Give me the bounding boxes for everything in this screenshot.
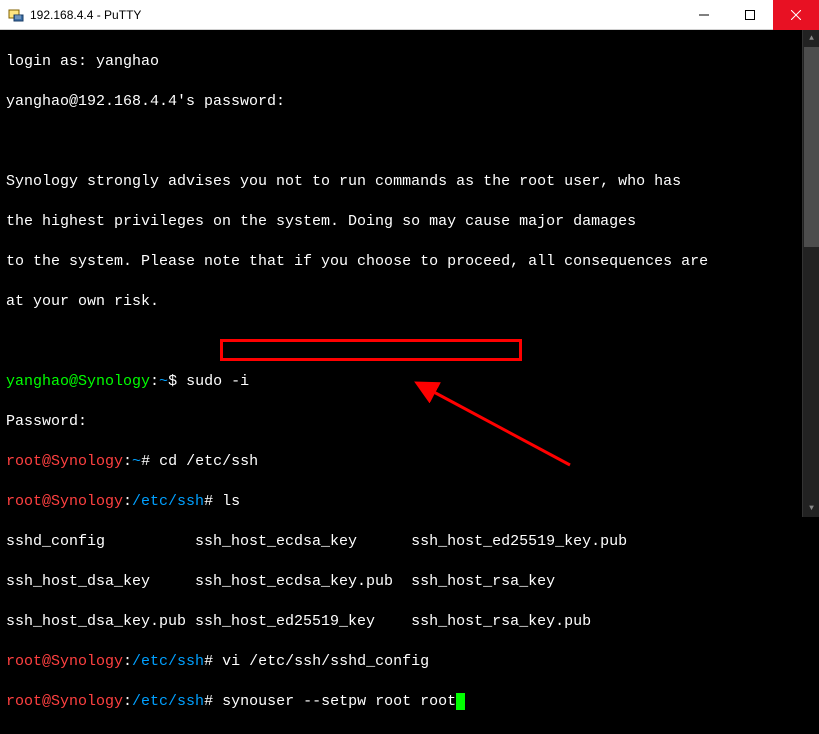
prompt-line: root@Synology:/etc/ssh# ls — [6, 492, 813, 512]
warning-line: at your own risk. — [6, 292, 813, 312]
terminal-cursor — [456, 693, 465, 710]
scroll-thumb[interactable] — [804, 47, 819, 247]
ls-output: ssh_host_dsa_key.pub ssh_host_ed25519_ke… — [6, 612, 813, 632]
terminal-scrollbar[interactable]: ▲ ▼ — [802, 30, 819, 517]
scroll-down-button[interactable]: ▼ — [803, 500, 819, 517]
close-button[interactable] — [773, 0, 819, 30]
warning-line: to the system. Please note that if you c… — [6, 252, 813, 272]
terminal-area[interactable]: login as: yanghao yanghao@192.168.4.4's … — [0, 30, 819, 734]
window-controls — [681, 0, 819, 29]
prompt-line: root@Synology:/etc/ssh# vi /etc/ssh/sshd… — [6, 652, 813, 672]
scroll-up-button[interactable]: ▲ — [803, 30, 819, 47]
prompt-line: root@Synology:/etc/ssh# synouser --setpw… — [6, 692, 813, 712]
putty-icon — [8, 7, 24, 23]
ls-output: sshd_config ssh_host_ecdsa_key ssh_host_… — [6, 532, 813, 552]
window-title: 192.168.4.4 - PuTTY — [30, 5, 681, 25]
password-prompt-line: yanghao@192.168.4.4's password: — [6, 92, 813, 112]
login-line: login as: yanghao — [6, 52, 813, 72]
prompt-line: yanghao@Synology:~$ sudo -i — [6, 372, 813, 392]
prompt-line: root@Synology:~# cd /etc/ssh — [6, 452, 813, 472]
ls-output: ssh_host_dsa_key ssh_host_ecdsa_key.pub … — [6, 572, 813, 592]
minimize-button[interactable] — [681, 0, 727, 30]
window-titlebar: 192.168.4.4 - PuTTY — [0, 0, 819, 30]
warning-line: Synology strongly advises you not to run… — [6, 172, 813, 192]
maximize-button[interactable] — [727, 0, 773, 30]
warning-line: the highest privileges on the system. Do… — [6, 212, 813, 232]
password-label: Password: — [6, 412, 813, 432]
